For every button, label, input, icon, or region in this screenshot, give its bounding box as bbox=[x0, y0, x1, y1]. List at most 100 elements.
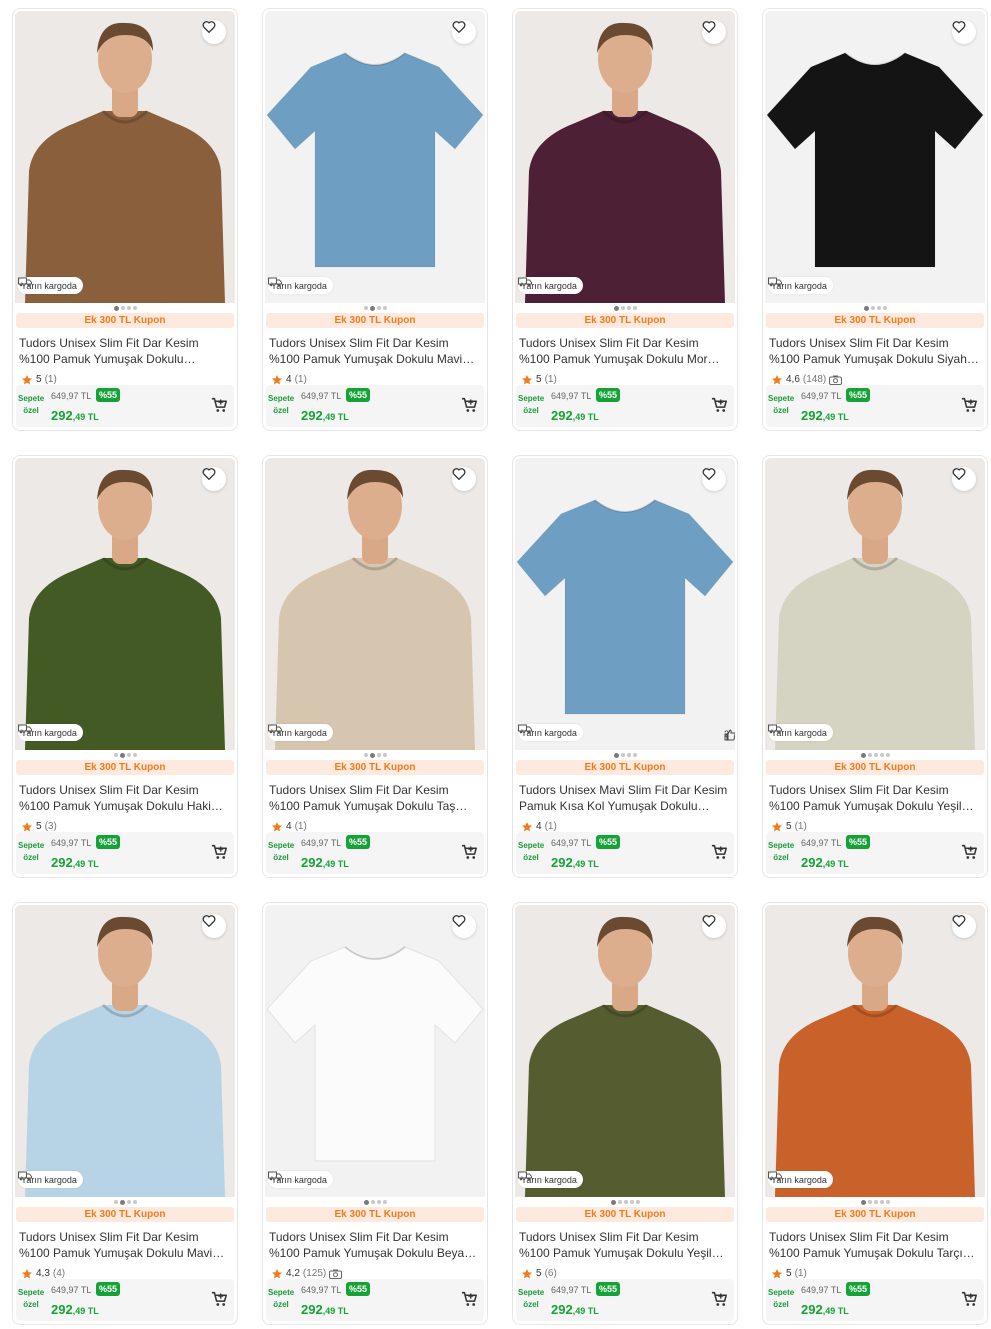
product-title[interactable]: Tudors Unisex Slim Fit Dar Kesim %100 Pa… bbox=[519, 1229, 731, 1261]
add-to-cart-button[interactable] bbox=[211, 1291, 228, 1312]
pagination-dot[interactable] bbox=[879, 1200, 884, 1204]
image-pagination[interactable] bbox=[263, 303, 487, 313]
pagination-dot[interactable] bbox=[613, 752, 619, 758]
product-card[interactable]: Yarın kargoda Ek 300 TL Kupon Tudors Uni… bbox=[512, 8, 738, 431]
add-to-cart-button[interactable] bbox=[711, 1291, 728, 1312]
product-title[interactable]: Tudors Unisex Slim Fit Dar Kesim %100 Pa… bbox=[19, 335, 231, 367]
product-image[interactable]: Yarın kargoda bbox=[765, 11, 985, 303]
favorite-button[interactable] bbox=[202, 20, 226, 44]
pagination-dot[interactable] bbox=[132, 306, 137, 310]
pagination-dot[interactable] bbox=[623, 1200, 628, 1204]
pagination-dot[interactable] bbox=[132, 1200, 137, 1204]
favorite-button[interactable] bbox=[702, 20, 726, 44]
product-card[interactable]: Yarın kargoda Ek 300 TL Kupon Tudors Uni… bbox=[12, 902, 238, 1325]
image-pagination[interactable] bbox=[763, 303, 987, 313]
favorite-button[interactable] bbox=[202, 914, 226, 938]
product-title[interactable]: Tudors Unisex Slim Fit Dar Kesim %100 Pa… bbox=[19, 1229, 231, 1261]
product-card[interactable]: Yarın kargoda Ek 300 TL Kupon Tudors Uni… bbox=[762, 8, 988, 431]
pagination-dot[interactable] bbox=[620, 753, 625, 757]
image-pagination[interactable] bbox=[763, 750, 987, 760]
add-to-cart-button[interactable] bbox=[461, 397, 478, 418]
pagination-dot[interactable] bbox=[617, 1200, 622, 1204]
product-title[interactable]: Tudors Unisex Slim Fit Dar Kesim %100 Pa… bbox=[769, 1229, 981, 1261]
product-title[interactable]: Tudors Unisex Slim Fit Dar Kesim %100 Pa… bbox=[269, 1229, 481, 1261]
image-pagination[interactable] bbox=[263, 750, 487, 760]
product-image[interactable]: Yarın kargoda 2 bbox=[515, 458, 735, 750]
pagination-dot[interactable] bbox=[376, 1200, 381, 1204]
product-title[interactable]: Tudors Unisex Slim Fit Dar Kesim %100 Pa… bbox=[769, 782, 981, 814]
pagination-dot[interactable] bbox=[382, 306, 387, 310]
pagination-dot[interactable] bbox=[879, 753, 884, 757]
favorite-button[interactable] bbox=[452, 20, 476, 44]
pagination-dot[interactable] bbox=[126, 1200, 131, 1204]
product-image[interactable]: Yarın kargoda bbox=[15, 11, 235, 303]
product-card[interactable]: Yarın kargoda Ek 300 TL Kupon Tudors Uni… bbox=[12, 8, 238, 431]
pagination-dot[interactable] bbox=[369, 752, 375, 758]
pagination-dot[interactable] bbox=[113, 753, 118, 757]
image-pagination[interactable] bbox=[13, 750, 237, 760]
pagination-dot[interactable] bbox=[113, 305, 119, 311]
pagination-dot[interactable] bbox=[369, 305, 375, 311]
product-card[interactable]: Yarın kargoda Ek 300 TL Kupon Tudors Uni… bbox=[762, 902, 988, 1325]
pagination-dot[interactable] bbox=[629, 1200, 634, 1204]
pagination-dot[interactable] bbox=[613, 305, 619, 311]
pagination-dot[interactable] bbox=[876, 306, 881, 310]
add-to-cart-button[interactable] bbox=[711, 844, 728, 865]
pagination-dot[interactable] bbox=[370, 1200, 375, 1204]
pagination-dot[interactable] bbox=[632, 306, 637, 310]
pagination-dot[interactable] bbox=[867, 1200, 872, 1204]
add-to-cart-button[interactable] bbox=[961, 844, 978, 865]
pagination-dot[interactable] bbox=[635, 1200, 640, 1204]
pagination-dot[interactable] bbox=[113, 1200, 118, 1204]
product-card[interactable]: Yarın kargoda Ek 300 TL Kupon Tudors Uni… bbox=[762, 455, 988, 878]
product-image[interactable]: Yarın kargoda bbox=[15, 905, 235, 1197]
product-image[interactable]: Yarın kargoda bbox=[765, 905, 985, 1197]
image-pagination[interactable] bbox=[513, 750, 737, 760]
image-pagination[interactable] bbox=[763, 1197, 987, 1207]
product-image[interactable]: Yarın kargoda bbox=[515, 905, 735, 1197]
pagination-dot[interactable] bbox=[873, 1200, 878, 1204]
pagination-dot[interactable] bbox=[863, 305, 869, 311]
product-title[interactable]: Tudors Unisex Mavi Slim Fit Dar Kesim Pa… bbox=[519, 782, 731, 814]
image-pagination[interactable] bbox=[513, 303, 737, 313]
add-to-cart-button[interactable] bbox=[211, 844, 228, 865]
pagination-dot[interactable] bbox=[626, 306, 631, 310]
pagination-dot[interactable] bbox=[885, 1200, 890, 1204]
product-image[interactable]: Yarın kargoda bbox=[265, 458, 485, 750]
favorite-button[interactable] bbox=[702, 914, 726, 938]
pagination-dot[interactable] bbox=[870, 306, 875, 310]
image-pagination[interactable] bbox=[13, 303, 237, 313]
pagination-dot[interactable] bbox=[363, 1199, 369, 1205]
pagination-dot[interactable] bbox=[382, 1200, 387, 1204]
pagination-dot[interactable] bbox=[376, 753, 381, 757]
pagination-dot[interactable] bbox=[860, 1199, 866, 1205]
pagination-dot[interactable] bbox=[376, 306, 381, 310]
add-to-cart-button[interactable] bbox=[461, 1291, 478, 1312]
pagination-dot[interactable] bbox=[120, 306, 125, 310]
pagination-dot[interactable] bbox=[626, 753, 631, 757]
pagination-dot[interactable] bbox=[132, 753, 137, 757]
pagination-dot[interactable] bbox=[885, 753, 890, 757]
product-card[interactable]: Yarın kargoda Ek 300 TL Kupon Tudors Uni… bbox=[262, 455, 488, 878]
pagination-dot[interactable] bbox=[126, 753, 131, 757]
product-title[interactable]: Tudors Unisex Slim Fit Dar Kesim %100 Pa… bbox=[269, 335, 481, 367]
product-card[interactable]: Yarın kargoda Ek 300 TL Kupon Tudors Uni… bbox=[262, 8, 488, 431]
pagination-dot[interactable] bbox=[620, 306, 625, 310]
pagination-dot[interactable] bbox=[610, 1199, 616, 1205]
product-card[interactable]: Yarın kargoda 2 Ek 300 TL Kupon Tudors U… bbox=[512, 455, 738, 878]
pagination-dot[interactable] bbox=[382, 753, 387, 757]
product-card[interactable]: Yarın kargoda Ek 300 TL Kupon Tudors Uni… bbox=[512, 902, 738, 1325]
pagination-dot[interactable] bbox=[363, 306, 368, 310]
product-image[interactable]: Yarın kargoda bbox=[765, 458, 985, 750]
add-to-cart-button[interactable] bbox=[711, 397, 728, 418]
add-to-cart-button[interactable] bbox=[961, 1291, 978, 1312]
pagination-dot[interactable] bbox=[126, 306, 131, 310]
add-to-cart-button[interactable] bbox=[211, 397, 228, 418]
pagination-dot[interactable] bbox=[860, 752, 866, 758]
product-title[interactable]: Tudors Unisex Slim Fit Dar Kesim %100 Pa… bbox=[519, 335, 731, 367]
image-pagination[interactable] bbox=[263, 1197, 487, 1207]
pagination-dot[interactable] bbox=[119, 1199, 125, 1205]
favorite-button[interactable] bbox=[952, 914, 976, 938]
favorite-button[interactable] bbox=[202, 467, 226, 491]
pagination-dot[interactable] bbox=[363, 753, 368, 757]
